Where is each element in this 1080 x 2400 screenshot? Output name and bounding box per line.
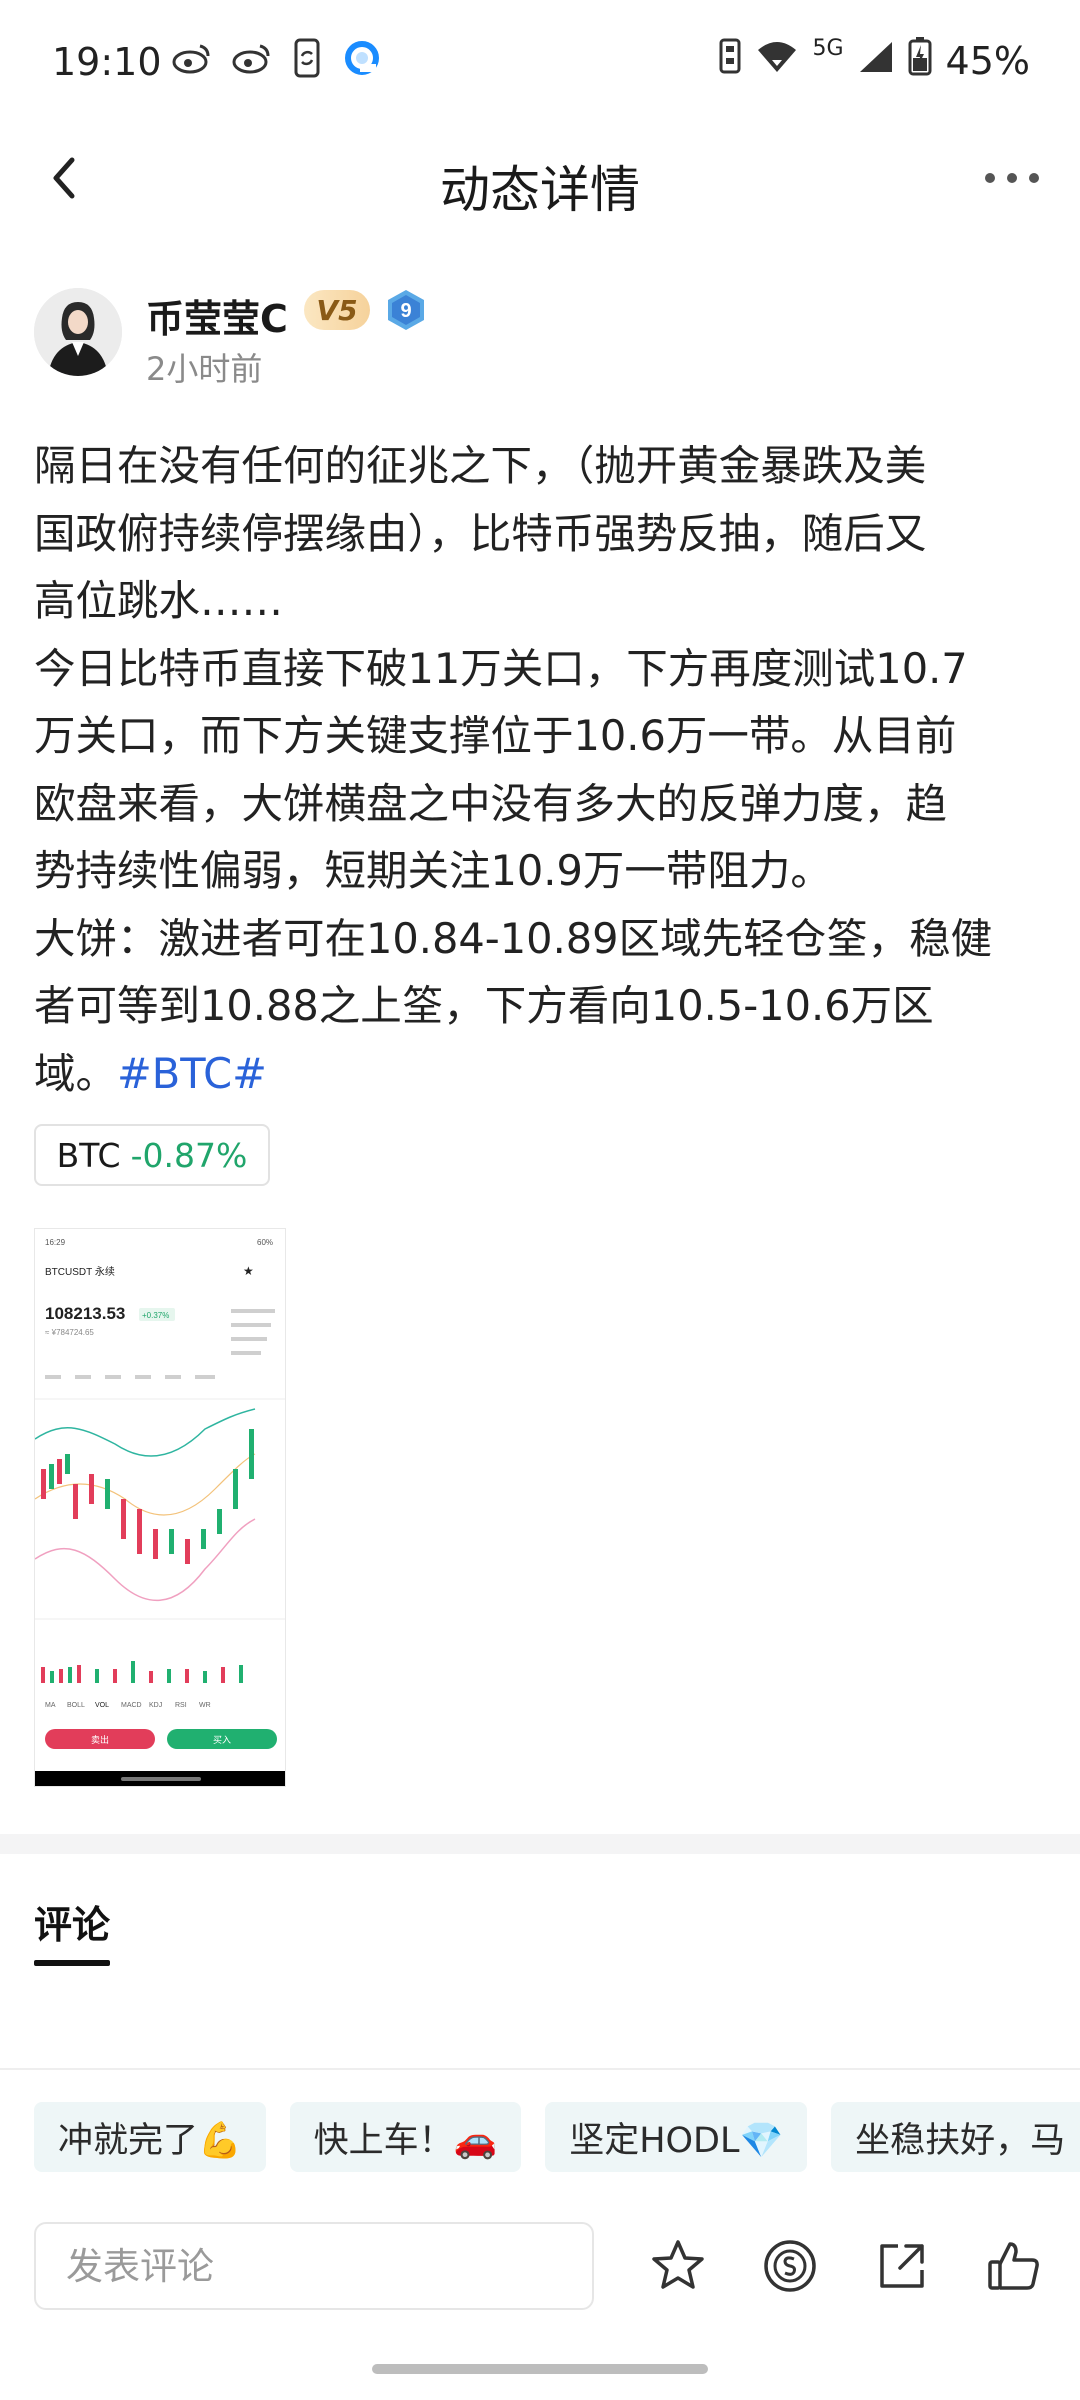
- separator: [0, 2068, 1080, 2070]
- level-badge-icon: 9: [384, 288, 428, 332]
- post-line: 国政俯持续停摆缘由），比特币强势反抽，随后又: [34, 508, 927, 558]
- chart-screenshot-thumbnail: 16:29 60% BTCUSDT 永续 ★ 108213.53 +0.37% …: [35, 1229, 285, 1786]
- post-line-last: 域。#BTC#: [34, 1040, 1054, 1108]
- post-line: 高位跳水……: [34, 576, 284, 625]
- quick-reply-chip[interactable]: 冲就完了💪: [34, 2102, 266, 2172]
- share-icon[interactable]: [870, 2234, 934, 2298]
- author-name[interactable]: 币莹莹C: [146, 288, 288, 343]
- thumb-tab: VOL: [95, 1702, 109, 1709]
- vip-badge: V5: [304, 290, 370, 330]
- top-nav-bar: 动态详情: [0, 126, 1080, 230]
- home-indicator: [372, 2364, 708, 2374]
- browser-icon: [342, 38, 382, 82]
- thumb-pair: BTCUSDT 永续: [45, 1265, 115, 1278]
- status-bar: 19:10 5G 45%: [0, 0, 1080, 126]
- thumb-change-badge: +0.37%: [142, 1311, 169, 1320]
- wifi-icon: [756, 39, 798, 83]
- thumb-status-time: 16:29: [45, 1238, 66, 1247]
- thumb-tab: BOLL: [67, 1702, 85, 1709]
- quick-reply-row: 冲就完了💪 快上车！🚗 坚定HODL💎 坐稳扶好，马: [34, 2102, 1080, 2172]
- thumb-buy-button: 买入: [213, 1735, 231, 1745]
- status-time: 19:10: [52, 40, 162, 84]
- thumb-tab: MACD: [121, 1702, 142, 1709]
- post-line: 隔日在没有任何的征兆之下，（抛开黄金暴跌及美: [34, 441, 927, 490]
- quick-reply-chip[interactable]: 快上车！🚗: [289, 2102, 522, 2172]
- post-line: 万关口，而下方关键支撑位于10.6万一带。从目前: [34, 711, 957, 760]
- avatar[interactable]: [34, 288, 122, 376]
- battery-icon: [908, 36, 932, 85]
- post-image[interactable]: 16:29 60% BTCUSDT 永续 ★ 108213.53 +0.37% …: [34, 1228, 286, 1787]
- ticker-chip[interactable]: BTC -0.87%: [34, 1124, 270, 1186]
- ticker-change: -0.87%: [130, 1135, 248, 1175]
- comment-composer[interactable]: [34, 2222, 594, 2310]
- weibo-icon: [232, 42, 272, 78]
- post-line: 势持续性偏弱，短期关注10.9万一带阻力。: [34, 846, 832, 895]
- more-icon[interactable]: [980, 148, 1044, 208]
- post-line-text: 域。: [34, 1048, 118, 1098]
- level-badge-number: 9: [400, 300, 411, 322]
- thumb-status-battery: 60%: [257, 1238, 273, 1247]
- quick-reply-chip[interactable]: 坐稳扶好，马: [831, 2102, 1080, 2172]
- thumb-tab: MA: [45, 1702, 56, 1709]
- svg-text:★: ★: [243, 1264, 254, 1278]
- post-line: 大饼：激进者可在10.84-10.89区域先轻仓筌，稳健: [34, 913, 993, 963]
- quick-reply-chip[interactable]: 坚定HODL💎: [545, 2102, 808, 2172]
- thumb-tab: KDJ: [149, 1702, 162, 1709]
- post-line: 今日比特币直接下破11万关口，下方再度测试10.7: [34, 643, 968, 693]
- comment-input[interactable]: [36, 2224, 592, 2308]
- post-time: 2小时前: [146, 350, 263, 388]
- post-line: 欧盘来看，大饼横盘之中没有多大的反弹力度，趋: [34, 778, 948, 828]
- tip-coin-icon[interactable]: [758, 2234, 822, 2298]
- signal-icon: [858, 39, 894, 83]
- thumb-tab: RSI: [175, 1702, 187, 1709]
- thumb-tab: WR: [199, 1702, 211, 1709]
- thumb-sell-button: 卖出: [91, 1734, 109, 1745]
- star-icon[interactable]: [646, 2234, 710, 2298]
- ticker-symbol: BTC: [56, 1135, 121, 1175]
- tab-active-indicator: [34, 1960, 110, 1966]
- hashtag-link[interactable]: #BTC#: [117, 1049, 267, 1098]
- thumb-price: 108213.53: [45, 1304, 125, 1323]
- nfc-icon: [718, 37, 742, 84]
- post-line: 者可等到10.88之上筌，下方看向10.5-10.6万区: [34, 981, 934, 1030]
- page-title: 动态详情: [440, 161, 640, 219]
- phone-sync-icon: [292, 38, 322, 82]
- like-icon[interactable]: [982, 2234, 1046, 2298]
- signal-5g-label: 5G: [812, 36, 844, 61]
- weibo-icon: [172, 42, 212, 78]
- battery-percent: 45%: [945, 38, 1030, 83]
- post-body: 隔日在没有任何的征兆之下，（抛开黄金暴跌及美 国政俯持续停摆缘由），比特币强势反…: [34, 432, 1054, 1107]
- section-divider: [0, 1834, 1080, 1854]
- tab-comments[interactable]: 评论: [34, 1894, 110, 1949]
- author-header[interactable]: 币莹莹C V5 9 2小时前: [34, 288, 1034, 388]
- thumb-sub-price: ≈ ¥784724.65: [45, 1328, 94, 1337]
